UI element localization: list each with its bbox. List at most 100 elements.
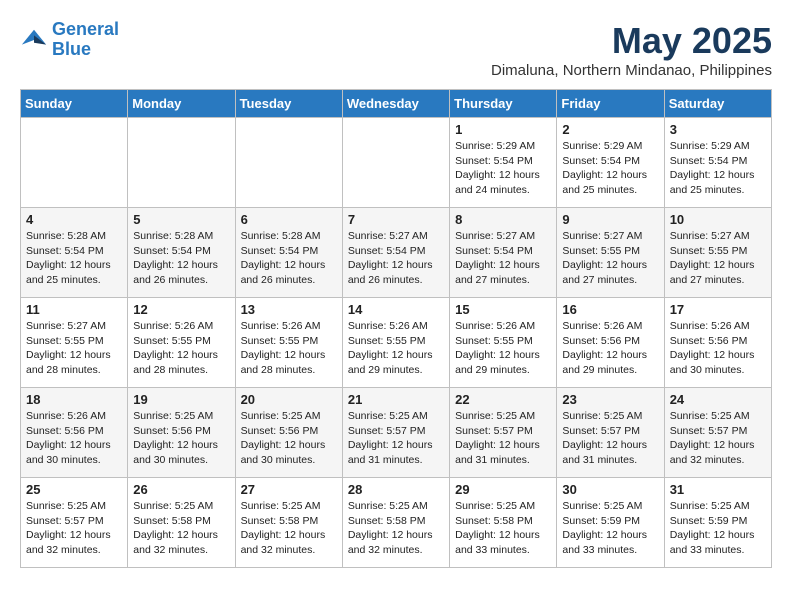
day-header-monday: Monday [128,90,235,118]
calendar-cell: 25 Sunrise: 5:25 AM Sunset: 5:57 PM Dayli… [21,478,128,568]
calendar-cell [128,118,235,208]
day-number: 19 [133,392,229,407]
calendar-cell: 16 Sunrise: 5:26 AM Sunset: 5:56 PM Dayli… [557,298,664,388]
day-number: 31 [670,482,766,497]
cell-info: Sunrise: 5:26 AM Sunset: 5:55 PM Dayligh… [241,319,337,378]
cell-info: Sunrise: 5:27 AM Sunset: 5:54 PM Dayligh… [455,229,551,288]
day-number: 27 [241,482,337,497]
calendar-cell: 17 Sunrise: 5:26 AM Sunset: 5:56 PM Dayli… [664,298,771,388]
day-header-thursday: Thursday [450,90,557,118]
cell-info: Sunrise: 5:29 AM Sunset: 5:54 PM Dayligh… [670,139,766,198]
cell-info: Sunrise: 5:29 AM Sunset: 5:54 PM Dayligh… [455,139,551,198]
day-number: 4 [26,212,122,227]
calendar-cell [235,118,342,208]
calendar-cell: 1 Sunrise: 5:29 AM Sunset: 5:54 PM Daylig… [450,118,557,208]
logo: General Blue [20,20,119,60]
day-number: 12 [133,302,229,317]
cell-info: Sunrise: 5:25 AM Sunset: 5:58 PM Dayligh… [348,499,444,558]
day-number: 18 [26,392,122,407]
calendar-cell: 29Sunrise: 5:25 AM Sunset: 5:58 PM Dayli… [450,478,557,568]
day-number: 9 [562,212,658,227]
cell-info: Sunrise: 5:25 AM Sunset: 5:59 PM Dayligh… [562,499,658,558]
day-number: 3 [670,122,766,137]
cell-info: Sunrise: 5:25 AM Sunset: 5:57 PM Dayligh… [562,409,658,468]
day-number: 25 [26,482,122,497]
calendar-cell: 23 Sunrise: 5:25 AM Sunset: 5:57 PM Dayli… [557,388,664,478]
week-row-5: 25 Sunrise: 5:25 AM Sunset: 5:57 PM Dayli… [21,478,772,568]
month-title: May 2025 [491,20,772,62]
calendar-cell [21,118,128,208]
cell-info: Sunrise: 5:25 AM Sunset: 5:57 PM Dayligh… [26,499,122,558]
cell-info: Sunrise: 5:26 AM Sunset: 5:55 PM Dayligh… [455,319,551,378]
cell-info: Sunrise: 5:25 AM Sunset: 5:58 PM Dayligh… [133,499,229,558]
calendar-cell: 18 Sunrise: 5:26 AM Sunset: 5:56 PM Dayli… [21,388,128,478]
calendar-cell: 15 Sunrise: 5:26 AM Sunset: 5:55 PM Dayli… [450,298,557,388]
calendar-cell: 31 Sunrise: 5:25 AM Sunset: 5:59 PM Dayli… [664,478,771,568]
day-header-sunday: Sunday [21,90,128,118]
calendar-cell: 2Sunrise: 5:29 AM Sunset: 5:54 PM Daylig… [557,118,664,208]
calendar-cell: 30Sunrise: 5:25 AM Sunset: 5:59 PM Dayli… [557,478,664,568]
calendar-cell: 3 Sunrise: 5:29 AM Sunset: 5:54 PM Daylig… [664,118,771,208]
day-header-wednesday: Wednesday [342,90,449,118]
calendar-cell: 12 Sunrise: 5:26 AM Sunset: 5:55 PM Dayli… [128,298,235,388]
calendar-cell: 11 Sunrise: 5:27 AM Sunset: 5:55 PM Dayli… [21,298,128,388]
day-number: 1 [455,122,551,137]
cell-info: Sunrise: 5:26 AM Sunset: 5:55 PM Dayligh… [348,319,444,378]
calendar-cell [342,118,449,208]
day-number: 28 [348,482,444,497]
calendar-cell: 22 Sunrise: 5:25 AM Sunset: 5:57 PM Dayli… [450,388,557,478]
cell-info: Sunrise: 5:25 AM Sunset: 5:58 PM Dayligh… [455,499,551,558]
day-number: 2 [562,122,658,137]
calendar-cell: 8 Sunrise: 5:27 AM Sunset: 5:54 PM Daylig… [450,208,557,298]
page-header: General Blue May 2025 Dimaluna, Northern… [20,20,772,79]
cell-info: Sunrise: 5:27 AM Sunset: 5:55 PM Dayligh… [26,319,122,378]
day-number: 10 [670,212,766,227]
cell-info: Sunrise: 5:28 AM Sunset: 5:54 PM Dayligh… [133,229,229,288]
cell-info: Sunrise: 5:27 AM Sunset: 5:54 PM Dayligh… [348,229,444,288]
cell-info: Sunrise: 5:25 AM Sunset: 5:56 PM Dayligh… [241,409,337,468]
cell-info: Sunrise: 5:25 AM Sunset: 5:57 PM Dayligh… [455,409,551,468]
logo-text: General Blue [52,20,119,60]
day-number: 17 [670,302,766,317]
calendar-cell: 4 Sunrise: 5:28 AM Sunset: 5:54 PM Daylig… [21,208,128,298]
calendar-cell: 26 Sunrise: 5:25 AM Sunset: 5:58 PM Dayli… [128,478,235,568]
cell-info: Sunrise: 5:25 AM Sunset: 5:59 PM Dayligh… [670,499,766,558]
calendar-cell: 24Sunrise: 5:25 AM Sunset: 5:57 PM Dayli… [664,388,771,478]
cell-info: Sunrise: 5:28 AM Sunset: 5:54 PM Dayligh… [26,229,122,288]
day-number: 8 [455,212,551,227]
day-number: 16 [562,302,658,317]
week-row-2: 4 Sunrise: 5:28 AM Sunset: 5:54 PM Daylig… [21,208,772,298]
cell-info: Sunrise: 5:27 AM Sunset: 5:55 PM Dayligh… [562,229,658,288]
calendar-body: 1 Sunrise: 5:29 AM Sunset: 5:54 PM Daylig… [21,118,772,568]
day-number: 6 [241,212,337,227]
day-number: 15 [455,302,551,317]
calendar-cell: 6 Sunrise: 5:28 AM Sunset: 5:54 PM Daylig… [235,208,342,298]
day-number: 13 [241,302,337,317]
day-header-saturday: Saturday [664,90,771,118]
cell-info: Sunrise: 5:25 AM Sunset: 5:57 PM Dayligh… [670,409,766,468]
day-number: 26 [133,482,229,497]
day-number: 5 [133,212,229,227]
cell-info: Sunrise: 5:26 AM Sunset: 5:56 PM Dayligh… [670,319,766,378]
cell-info: Sunrise: 5:26 AM Sunset: 5:55 PM Dayligh… [133,319,229,378]
cell-info: Sunrise: 5:25 AM Sunset: 5:56 PM Dayligh… [133,409,229,468]
calendar-cell: 5 Sunrise: 5:28 AM Sunset: 5:54 PM Daylig… [128,208,235,298]
cell-info: Sunrise: 5:25 AM Sunset: 5:58 PM Dayligh… [241,499,337,558]
calendar-cell: 14 Sunrise: 5:26 AM Sunset: 5:55 PM Dayli… [342,298,449,388]
week-row-1: 1 Sunrise: 5:29 AM Sunset: 5:54 PM Daylig… [21,118,772,208]
day-number: 23 [562,392,658,407]
week-row-4: 18 Sunrise: 5:26 AM Sunset: 5:56 PM Dayli… [21,388,772,478]
day-number: 22 [455,392,551,407]
day-number: 11 [26,302,122,317]
calendar-header: SundayMondayTuesdayWednesdayThursdayFrid… [21,90,772,118]
day-header-tuesday: Tuesday [235,90,342,118]
day-number: 14 [348,302,444,317]
week-row-3: 11 Sunrise: 5:27 AM Sunset: 5:55 PM Dayli… [21,298,772,388]
day-number: 20 [241,392,337,407]
day-header-friday: Friday [557,90,664,118]
cell-info: Sunrise: 5:26 AM Sunset: 5:56 PM Dayligh… [562,319,658,378]
title-area: May 2025 Dimaluna, Northern Mindanao, Ph… [491,20,772,79]
calendar-cell: 21Sunrise: 5:25 AM Sunset: 5:57 PM Dayli… [342,388,449,478]
cell-info: Sunrise: 5:28 AM Sunset: 5:54 PM Dayligh… [241,229,337,288]
cell-info: Sunrise: 5:26 AM Sunset: 5:56 PM Dayligh… [26,409,122,468]
